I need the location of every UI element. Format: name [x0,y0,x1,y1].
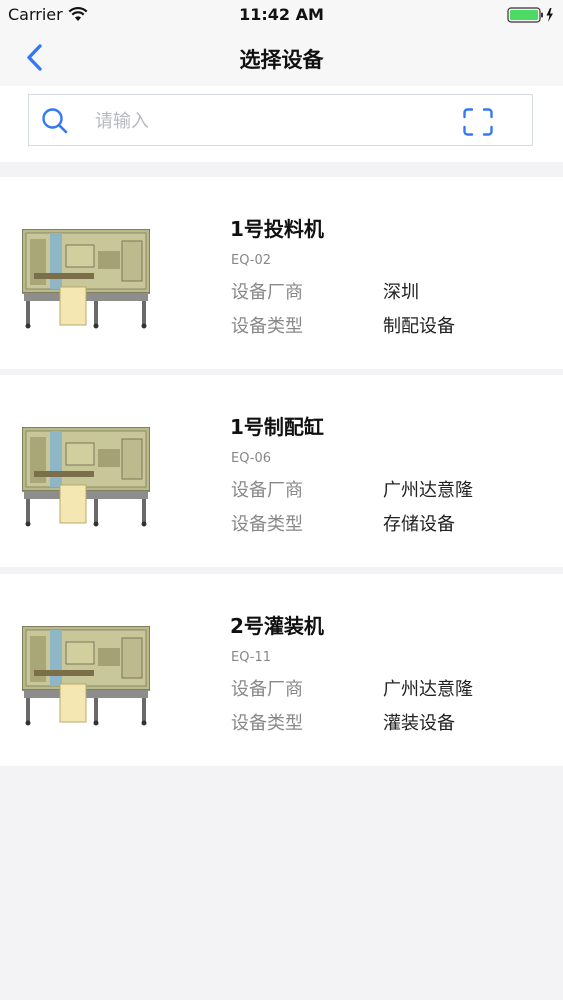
type-label: 设备类型 [231,514,303,535]
type-value: 制配设备 [383,316,455,337]
manufacturer-value: 深圳 [383,282,419,303]
manufacturer-label: 设备厂商 [231,480,303,501]
type-label: 设备类型 [231,713,303,734]
manufacturer-label: 设备厂商 [231,282,303,303]
type-value: 灌装设备 [383,713,455,734]
search-input[interactable] [93,103,447,139]
search-icon [41,107,69,139]
battery-icon [507,6,555,28]
status-bar: Carrier 11:42 AM [0,0,563,30]
search-section [0,86,563,162]
device-card[interactable]: 2号灌装机 EQ-11 设备厂商 广州达意隆 设备类型 灌装设备 [0,574,563,766]
manufacturer-label: 设备厂商 [231,679,303,700]
device-name: 1号制配缸 [230,415,324,439]
page-title: 选择设备 [239,48,324,72]
device-code: EQ-11 [231,650,272,665]
device-code: EQ-06 [231,451,272,466]
device-card[interactable]: 1号投料机 EQ-02 设备厂商 深圳 设备类型 制配设备 [0,177,563,369]
search-box [28,94,533,146]
manufacturer-value: 广州达意隆 [383,679,473,700]
device-image [22,427,150,527]
type-label: 设备类型 [231,316,303,337]
device-card[interactable]: 1号制配缸 EQ-06 设备厂商 广州达意隆 设备类型 存储设备 [0,375,563,567]
scan-icon[interactable] [463,108,493,140]
device-image [22,229,150,329]
device-name: 2号灌装机 [230,614,324,638]
device-name: 1号投料机 [230,217,324,241]
device-image [22,626,150,726]
navigation-bar: 选择设备 [0,30,563,86]
device-code: EQ-02 [231,253,272,268]
status-time: 11:42 AM [239,5,324,24]
manufacturer-value: 广州达意隆 [383,480,473,501]
type-value: 存储设备 [383,514,455,535]
